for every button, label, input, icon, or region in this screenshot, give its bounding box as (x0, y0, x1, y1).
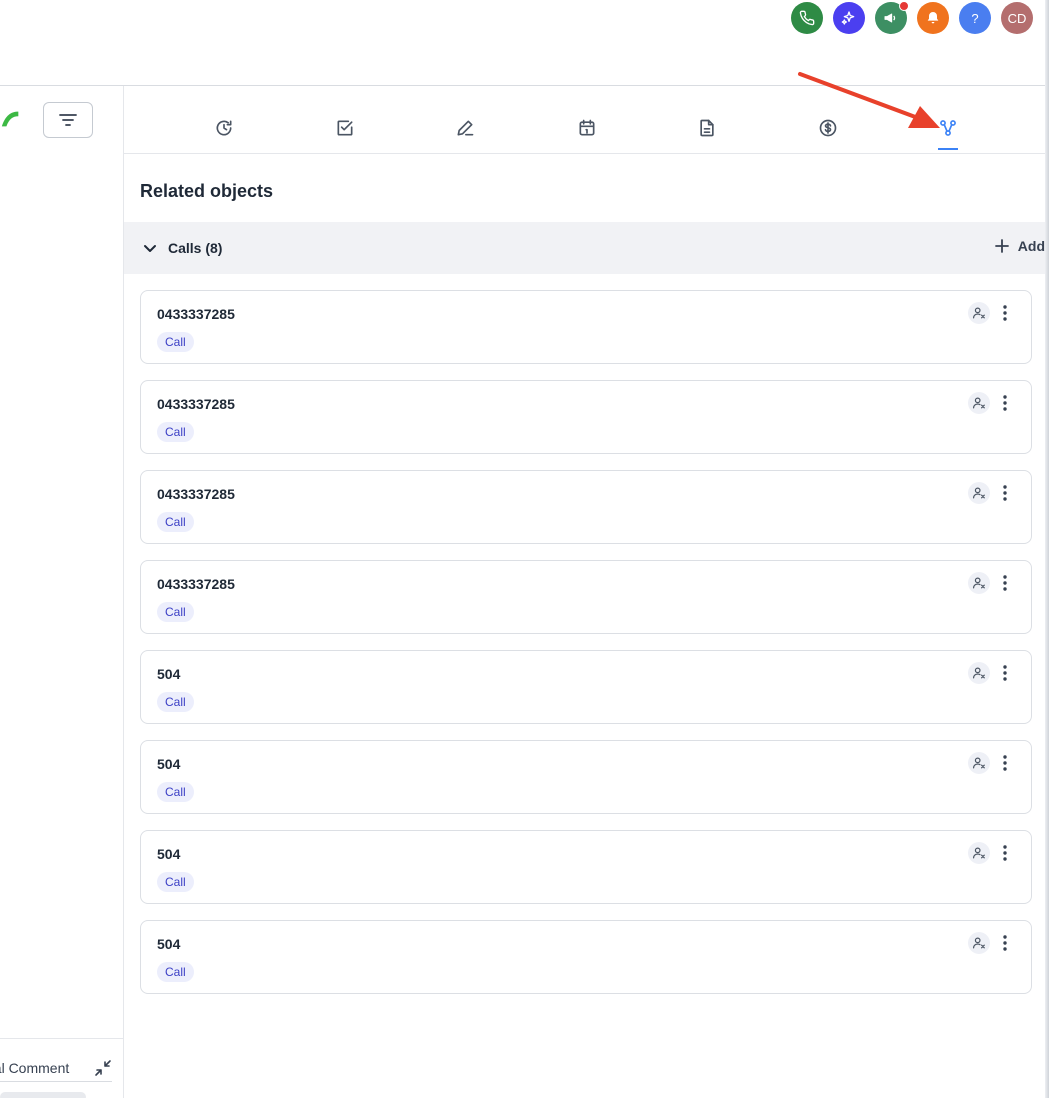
filter-icon (59, 114, 77, 126)
help-icon[interactable]: ? (959, 2, 991, 34)
more-options-icon[interactable] (997, 302, 1013, 324)
relation-icon (940, 120, 956, 136)
main-panel: Related objects Calls (8) Add 0433337285… (124, 86, 1045, 1098)
help-label: ? (971, 10, 979, 26)
filter-button[interactable] (43, 102, 93, 138)
collapse-icon[interactable] (94, 1059, 112, 1077)
unlink-user-icon[interactable] (968, 932, 990, 954)
tab-documents[interactable] (695, 118, 719, 144)
tab-meetings[interactable] (575, 118, 599, 144)
scroll-edge (1045, 0, 1049, 1098)
calls-group-label: Calls (8) (168, 240, 223, 256)
notification-dot (899, 1, 909, 11)
calendar-icon (579, 119, 595, 136)
call-card[interactable]: 504 Call (140, 740, 1032, 814)
tab-notes[interactable] (453, 118, 477, 144)
call-card[interactable]: 504 Call (140, 650, 1032, 724)
unlink-user-icon[interactable] (968, 482, 990, 504)
top-bar: ? CD (0, 0, 1049, 86)
document-icon (700, 119, 714, 137)
add-label: Add (1017, 238, 1045, 254)
placeholder-chip (0, 1092, 86, 1098)
call-card[interactable]: 0433337285 Call (140, 290, 1032, 364)
more-options-icon[interactable] (997, 392, 1013, 414)
call-card[interactable]: 0433337285 Call (140, 470, 1032, 544)
more-options-icon[interactable] (997, 482, 1013, 504)
phone-handset-icon[interactable] (0, 108, 22, 130)
call-card[interactable]: 0433337285 Call (140, 380, 1032, 454)
sparkle-icon[interactable] (833, 2, 865, 34)
pen-icon (457, 120, 474, 136)
call-card-title[interactable]: 504 (157, 756, 180, 772)
tab-deals[interactable] (816, 118, 840, 144)
more-options-icon[interactable] (997, 752, 1013, 774)
avatar-initials: CD (1007, 10, 1027, 26)
bell-icon[interactable] (917, 2, 949, 34)
add-button[interactable]: Add (994, 238, 1045, 254)
unlink-user-icon[interactable] (968, 392, 990, 414)
megaphone-icon[interactable] (875, 1, 909, 34)
tab-related[interactable] (936, 118, 960, 150)
related-calls-list: 0433337285 Call 0433337285 Call 0433337285 Ca… (140, 290, 1032, 1010)
more-options-icon[interactable] (997, 842, 1013, 864)
unlink-user-icon[interactable] (968, 662, 990, 684)
calls-group-header[interactable]: Calls (8) Add (124, 222, 1045, 274)
call-type-badge: Call (157, 962, 194, 982)
more-options-icon[interactable] (997, 572, 1013, 594)
dollar-icon (819, 119, 837, 137)
unlink-user-icon[interactable] (968, 752, 990, 774)
left-panel: nal Comment (0, 86, 124, 1098)
call-card[interactable]: 0433337285 Call (140, 560, 1032, 634)
tab-bar (124, 86, 1045, 154)
call-type-badge: Call (157, 512, 194, 532)
more-options-icon[interactable] (997, 932, 1013, 954)
more-options-icon[interactable] (997, 662, 1013, 684)
unlink-user-icon[interactable] (968, 572, 990, 594)
call-card[interactable]: 504 Call (140, 920, 1032, 994)
call-type-badge: Call (157, 422, 194, 442)
clock-refresh-icon (216, 120, 232, 136)
plus-icon (994, 239, 1009, 253)
call-card-title[interactable]: 504 (157, 846, 180, 862)
call-card-title[interactable]: 504 (157, 936, 180, 952)
call-type-badge: Call (157, 602, 194, 622)
internal-comment-row[interactable]: nal Comment (0, 1054, 112, 1082)
top-icon-group: ? CD (791, 1, 1033, 34)
call-type-badge: Call (157, 872, 194, 892)
avatar[interactable]: CD (1001, 2, 1033, 34)
section-title: Related objects (140, 181, 274, 201)
chevron-down-icon[interactable] (142, 240, 158, 256)
unlink-user-icon[interactable] (968, 842, 990, 864)
divider (0, 1038, 124, 1039)
tab-activity[interactable] (212, 118, 236, 144)
call-type-badge: Call (157, 332, 194, 352)
call-card-title[interactable]: 0433337285 (157, 486, 235, 502)
internal-comment-label: nal Comment (0, 1059, 70, 1076)
call-type-badge: Call (157, 782, 194, 802)
call-card-title[interactable]: 504 (157, 666, 180, 682)
checkbox-icon (337, 120, 353, 136)
call-card-title[interactable]: 0433337285 (157, 576, 235, 592)
call-card-title[interactable]: 0433337285 (157, 396, 235, 412)
call-card[interactable]: 504 Call (140, 830, 1032, 904)
tab-tasks[interactable] (333, 118, 357, 144)
call-card-title[interactable]: 0433337285 (157, 306, 235, 322)
phone-icon[interactable] (791, 2, 823, 34)
unlink-user-icon[interactable] (968, 302, 990, 324)
call-type-badge: Call (157, 692, 194, 712)
